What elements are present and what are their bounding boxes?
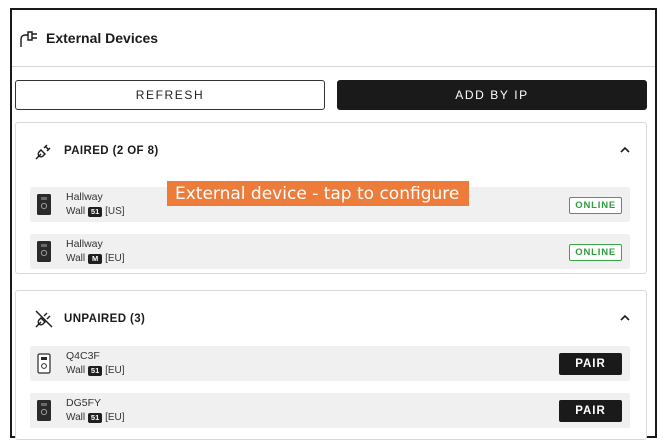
refresh-button[interactable]: REFRESH [15,80,325,110]
unpaired-section-header[interactable]: UNPAIRED (3) [16,291,646,347]
pair-button[interactable]: PAIR [559,400,622,422]
unpaired-section-title: UNPAIRED (3) [64,313,146,325]
device-name: Q4C3F [66,350,100,362]
chevron-up-icon[interactable] [618,311,632,325]
region-label: [EU] [105,365,125,376]
unplugged-icon [34,309,54,329]
paired-section-header[interactable]: PAIRED (2 OF 8) [16,123,646,179]
model-chip: M [88,253,103,264]
status-badge: ONLINE [569,197,622,214]
panel-header: External Devices [12,10,655,67]
device-row[interactable]: Hallway Wall M [EU] ONLINE [30,234,630,269]
plug-icon [18,27,40,49]
add-by-ip-button[interactable]: ADD BY IP [337,80,647,110]
device-name: DG5FY [66,397,102,409]
model-prefix: Wall [66,412,86,423]
model-prefix: Wall [66,253,86,264]
region-label: [US] [105,206,125,217]
device-name: Hallway [66,238,103,250]
paired-section-title: PAIRED (2 OF 8) [64,145,159,157]
device-model: Wall M [EU] [66,253,125,264]
model-chip: 51 [88,206,103,217]
device-row[interactable]: DG5FY Wall 51 [EU] PAIR [30,393,630,428]
wall-device-outline-icon [37,353,51,374]
wall-device-icon [37,194,51,215]
model-prefix: Wall [66,206,86,217]
region-label: [EU] [105,412,125,423]
model-chip: 51 [88,412,103,423]
chevron-up-icon[interactable] [618,143,632,157]
device-model: Wall 51 [US] [66,206,125,217]
plug-icon [34,141,54,161]
model-chip: 51 [88,365,103,376]
device-model: Wall 51 [EU] [66,365,125,376]
page-title: External Devices [46,30,159,46]
wall-device-icon [37,241,51,262]
region-label: [EU] [105,253,125,264]
external-devices-panel: External Devices REFRESH ADD BY IP PAIRE… [10,8,657,440]
pair-button[interactable]: PAIR [559,353,622,375]
unpaired-section: UNPAIRED (3) Q4C3F Wall 51 [EU] PAIR DG5… [15,290,647,440]
action-row: REFRESH ADD BY IP [15,80,647,110]
status-badge: ONLINE [569,244,622,261]
device-name: Hallway [66,191,103,203]
device-row[interactable]: Q4C3F Wall 51 [EU] PAIR [30,346,630,381]
configure-tooltip: External device - tap to configure [167,181,469,206]
wall-device-icon [37,400,51,421]
model-prefix: Wall [66,365,86,376]
device-model: Wall 51 [EU] [66,412,125,423]
